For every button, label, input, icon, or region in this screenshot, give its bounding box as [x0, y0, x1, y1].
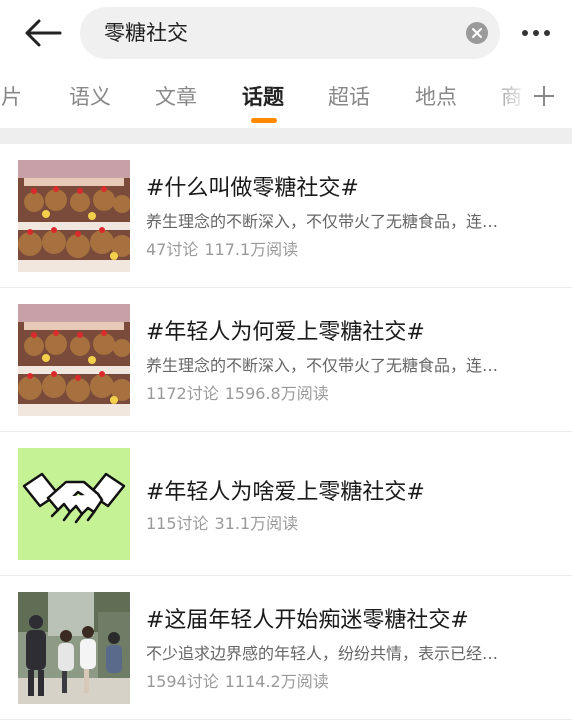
tab-super-topics[interactable]: 超话: [328, 66, 370, 128]
topic-description: 不少追求边界感的年轻人，纷纷共情，表示已经…: [146, 644, 499, 663]
more-button[interactable]: [514, 16, 558, 50]
topic-description: 养生理念的不断深入，不仅带火了无糖食品，连…: [146, 356, 499, 375]
tab-semantic[interactable]: 语义: [69, 66, 111, 128]
discussion-count: 47讨论: [146, 240, 199, 259]
active-tab-indicator: [251, 118, 277, 123]
topic-title: #年轻人为啥爱上零糖社交#: [146, 480, 425, 505]
read-count: 117.1万阅读: [204, 240, 299, 259]
tab-articles[interactable]: 文章: [155, 66, 197, 128]
topic-row[interactable]: #年轻人为何爱上零糖社交# 养生理念的不断深入，不仅带火了无糖食品，连… 117…: [0, 288, 572, 432]
topic-row[interactable]: #年轻人为啥爱上零糖社交# 115讨论 31.1万阅读: [0, 432, 572, 576]
read-count: 1114.2万阅读: [224, 672, 329, 691]
topic-row[interactable]: #什么叫做零糖社交# 养生理念的不断深入，不仅带火了无糖食品，连… 47讨论 11…: [0, 144, 572, 288]
search-input[interactable]: 零糖社交: [80, 7, 500, 59]
search-header: 零糖社交: [0, 0, 572, 66]
back-button[interactable]: [22, 15, 62, 51]
tab-fade-overlay: [490, 66, 530, 128]
discussion-count: 1172讨论: [146, 384, 219, 403]
clear-search-button[interactable]: [466, 22, 488, 44]
section-divider: [0, 128, 572, 144]
more-horizontal-icon: [522, 30, 550, 36]
tab-places[interactable]: 地点: [415, 66, 457, 128]
topic-stats: 47讨论 117.1万阅读: [146, 236, 298, 260]
topic-title: #年轻人为何爱上零糖社交#: [146, 320, 425, 345]
topic-thumbnail-handshake: [18, 448, 130, 560]
topic-stats: 115讨论 31.1万阅读: [146, 510, 298, 534]
discussion-count: 1594讨论: [146, 672, 219, 691]
topic-stats: 1594讨论 1114.2万阅读: [146, 668, 329, 692]
topic-thumbnail-plush-display: [18, 304, 130, 416]
topic-row[interactable]: #这届年轻人开始痴迷零糖社交# 不少追求边界感的年轻人，纷纷共情，表示已经… 1…: [0, 576, 572, 720]
arrow-left-icon: [25, 19, 62, 47]
topic-thumbnail-plush-display: [18, 160, 130, 272]
topic-thumbnail-people-outdoors: [18, 592, 130, 704]
read-count: 31.1万阅读: [214, 514, 299, 533]
tab-images[interactable]: 图片: [0, 66, 22, 128]
add-tab-button[interactable]: [528, 80, 560, 112]
category-tabs: 图片 语义 文章 话题 超话 地点 商: [0, 66, 572, 128]
clear-circle-icon: [472, 28, 482, 38]
discussion-count: 115讨论: [146, 514, 209, 533]
topic-list: #什么叫做零糖社交# 养生理念的不断深入，不仅带火了无糖食品，连… 47讨论 11…: [0, 144, 572, 720]
search-query: 零糖社交: [104, 21, 188, 45]
topic-title: #这届年轻人开始痴迷零糖社交#: [146, 608, 469, 633]
read-count: 1596.8万阅读: [224, 384, 329, 403]
topic-description: 养生理念的不断深入，不仅带火了无糖食品，连…: [146, 212, 499, 231]
topic-title: #什么叫做零糖社交#: [146, 176, 359, 201]
topic-stats: 1172讨论 1596.8万阅读: [146, 380, 329, 404]
